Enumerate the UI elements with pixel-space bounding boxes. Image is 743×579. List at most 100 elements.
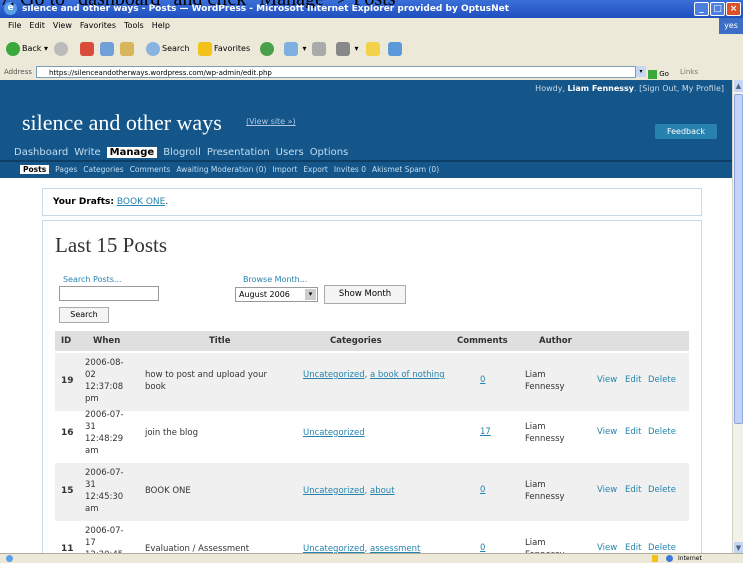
- folder-button[interactable]: [366, 40, 382, 58]
- draft-link[interactable]: BOOK ONE: [117, 197, 165, 207]
- edit-page-button[interactable]: ▾: [336, 40, 359, 58]
- submenu-categories[interactable]: Categories: [83, 165, 123, 174]
- submenu-awaiting-moderation[interactable]: Awaiting Moderation (0): [176, 165, 266, 174]
- view-link[interactable]: View: [597, 485, 617, 495]
- address-input[interactable]: https://silenceandotherways.wordpress.co…: [36, 66, 636, 78]
- search-label: Search Posts...: [63, 275, 122, 284]
- menu-file[interactable]: File: [8, 21, 21, 30]
- posts-panel: Last 15 Posts Search Posts... Search Bro…: [42, 220, 702, 560]
- browse-month-label: Browse Month...: [243, 275, 308, 284]
- category-link[interactable]: Uncategorized: [303, 486, 365, 496]
- view-site-link[interactable]: (View site »): [246, 117, 296, 126]
- category-link[interactable]: about: [370, 486, 395, 496]
- table-row: 19 2006-08-02 12:37:08 pm how to post an…: [55, 353, 689, 411]
- home-button[interactable]: [120, 40, 136, 58]
- menu-write[interactable]: Write: [74, 147, 100, 158]
- edit-link[interactable]: Edit: [625, 375, 641, 385]
- category-link[interactable]: a book of nothing: [370, 370, 445, 380]
- post-author: Liam Fennessy: [525, 480, 565, 502]
- media-button[interactable]: ▾: [284, 40, 307, 58]
- instruction-caption: 7. Go to "dashboard" and click "Manage" …: [0, 0, 743, 8]
- delete-link[interactable]: Delete: [648, 543, 676, 553]
- forward-button[interactable]: [54, 40, 70, 58]
- menu-edit[interactable]: Edit: [29, 21, 45, 30]
- post-id: 15: [61, 486, 74, 496]
- scroll-up-icon[interactable]: ▲: [734, 80, 743, 92]
- post-id: 19: [61, 376, 74, 386]
- submenu-akismet-spam[interactable]: Akismet Spam (0): [372, 165, 439, 174]
- category-link[interactable]: Uncategorized: [303, 370, 365, 380]
- print-button[interactable]: [312, 40, 328, 58]
- stop-button[interactable]: [80, 40, 96, 58]
- drafts-label: Your Drafts:: [53, 197, 115, 207]
- comments-count-link[interactable]: 17: [480, 427, 491, 437]
- search-button[interactable]: Search: [146, 40, 189, 58]
- menu-options[interactable]: Options: [310, 147, 349, 158]
- star-icon: [198, 41, 212, 56]
- category-link[interactable]: Uncategorized: [303, 428, 365, 438]
- edit-page-icon: [336, 41, 350, 56]
- feedback-button[interactable]: Feedback: [655, 124, 717, 139]
- view-link[interactable]: View: [597, 543, 617, 553]
- page-icon: [6, 555, 13, 562]
- delete-link[interactable]: Delete: [648, 485, 676, 495]
- search-submit-button[interactable]: Search: [59, 307, 109, 323]
- vertical-scrollbar[interactable]: ▲ ▼: [732, 80, 743, 554]
- chevron-down-icon: ▾: [305, 289, 316, 300]
- col-author: Author: [539, 336, 572, 346]
- history-button[interactable]: [260, 40, 276, 58]
- menu-view[interactable]: View: [53, 21, 72, 30]
- month-select[interactable]: August 2006 ▾: [235, 287, 318, 302]
- edit-link[interactable]: Edit: [625, 485, 641, 495]
- address-dropdown-icon[interactable]: ▾: [636, 66, 646, 77]
- show-month-button[interactable]: Show Month: [324, 285, 406, 304]
- refresh-button[interactable]: [100, 40, 116, 58]
- menu-favorites[interactable]: Favorites: [80, 21, 116, 30]
- search-input[interactable]: [59, 286, 159, 301]
- favorites-button[interactable]: Favorites: [198, 40, 250, 58]
- view-link[interactable]: View: [597, 375, 617, 385]
- menu-users[interactable]: Users: [276, 147, 304, 158]
- menu-help[interactable]: Help: [152, 21, 170, 30]
- delete-link[interactable]: Delete: [648, 375, 676, 385]
- submenu-posts[interactable]: Posts: [20, 165, 50, 174]
- messenger-button[interactable]: [388, 40, 404, 58]
- sign-out-link[interactable]: [Sign Out, My Profile]: [639, 84, 724, 93]
- submenu-invites[interactable]: Invites 0: [334, 165, 366, 174]
- search-icon: [146, 41, 160, 56]
- scrollbar-thumb[interactable]: [734, 94, 743, 424]
- menu-presentation[interactable]: Presentation: [207, 147, 270, 158]
- edit-link[interactable]: Edit: [625, 543, 641, 553]
- post-date: 2006-07-31 12:45:30 am: [85, 468, 124, 514]
- globe-icon: [666, 555, 673, 562]
- delete-link[interactable]: Delete: [648, 427, 676, 437]
- menu-manage[interactable]: Manage: [106, 147, 158, 158]
- post-title: join the blog: [145, 428, 199, 438]
- table-row: 11 2006-07-17 12:20:45 Evaluation / Asse…: [55, 521, 689, 579]
- comments-count-link[interactable]: 0: [480, 543, 485, 553]
- post-title: BOOK ONE: [145, 486, 191, 496]
- history-icon: [260, 41, 274, 56]
- user-greeting: Howdy, Liam Fennessy. [Sign Out, My Prof…: [535, 84, 724, 93]
- view-link[interactable]: View: [597, 427, 617, 437]
- menubar: File Edit View Favorites Tools Help yes: [0, 18, 743, 34]
- col-comments: Comments: [457, 336, 508, 346]
- comments-count-link[interactable]: 0: [480, 375, 485, 385]
- menu-dashboard[interactable]: Dashboard: [14, 147, 68, 158]
- submenu-export[interactable]: Export: [303, 165, 328, 174]
- back-button[interactable]: Back ▾: [6, 40, 48, 58]
- edit-link[interactable]: Edit: [625, 427, 641, 437]
- post-author: Liam Fennessy: [525, 422, 565, 444]
- user-name: Liam Fennessy: [567, 84, 635, 93]
- submenu-pages[interactable]: Pages: [55, 165, 77, 174]
- menu-tools[interactable]: Tools: [124, 21, 144, 30]
- menu-blogroll[interactable]: Blogroll: [163, 147, 201, 158]
- home-icon: [120, 41, 134, 56]
- submenu-import[interactable]: Import: [272, 165, 297, 174]
- col-id: ID: [61, 336, 72, 346]
- address-bar: Address https://silenceandotherways.word…: [0, 64, 743, 81]
- submenu-comments[interactable]: Comments: [130, 165, 171, 174]
- links-button[interactable]: Links: [680, 64, 698, 80]
- address-label: Address: [4, 68, 32, 76]
- comments-count-link[interactable]: 0: [480, 485, 485, 495]
